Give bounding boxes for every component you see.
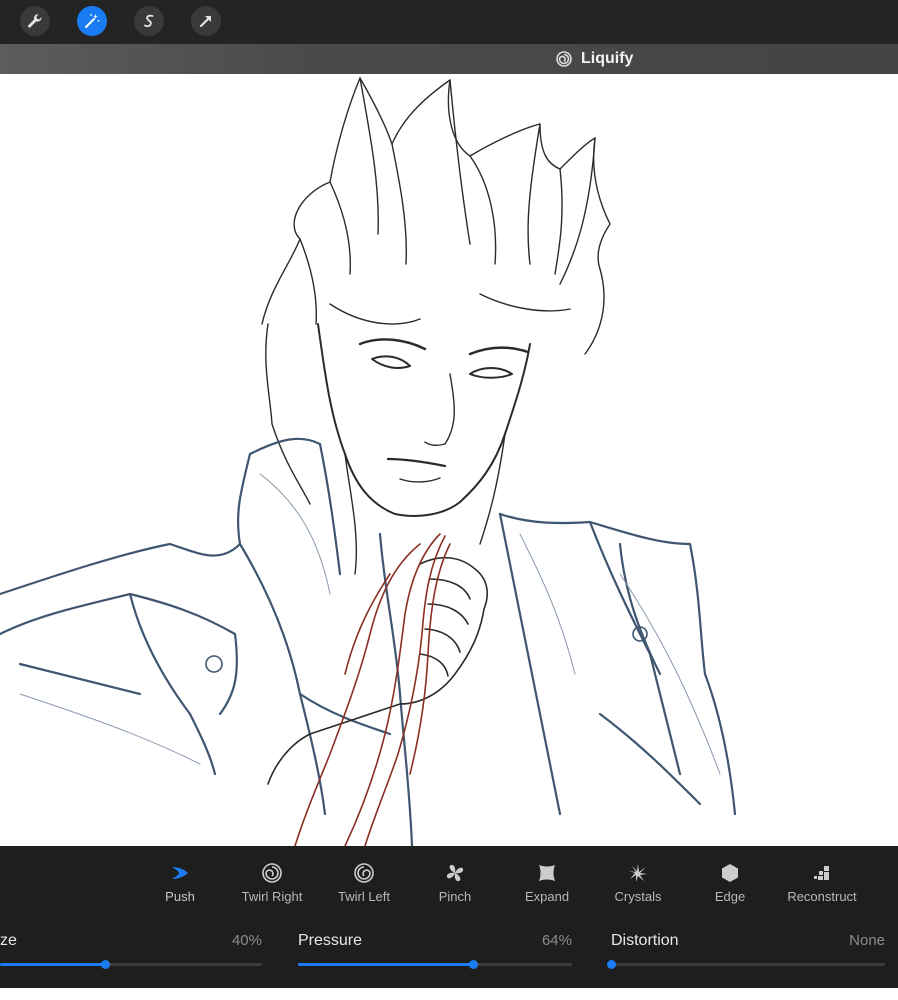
selection-button[interactable]	[134, 6, 164, 36]
tool-reconstruct[interactable]: Reconstruct	[776, 862, 868, 904]
magic-wand-icon	[85, 14, 100, 28]
twirl-left-icon	[354, 863, 374, 883]
pressure-slider-fill	[298, 963, 474, 966]
pressure-label: Pressure	[298, 932, 363, 949]
distortion-slider[interactable]	[607, 960, 885, 969]
tool-label: Push	[165, 889, 195, 904]
distortion-slider-handle[interactable]	[607, 960, 616, 969]
top-toolbar	[0, 0, 898, 44]
size-slider-group: ze 40%	[0, 932, 262, 972]
size-value: 40%	[231, 932, 262, 949]
pressure-slider-handle[interactable]	[469, 960, 479, 969]
tool-label: Crystals	[614, 889, 662, 904]
twirl-right-icon	[262, 863, 282, 883]
tool-label: Edge	[714, 889, 746, 904]
tool-pinch[interactable]: Pinch	[409, 862, 501, 904]
tool-edge[interactable]: Edge	[684, 862, 776, 904]
tool-twirl-left[interactable]: Twirl Left	[318, 862, 410, 904]
tool-crystals[interactable]: Crystals	[592, 862, 684, 904]
pinch-icon	[446, 864, 464, 882]
sketch-artwork	[0, 77, 737, 846]
edge-icon	[722, 864, 738, 882]
tool-label: Twirl Right	[241, 889, 303, 904]
distortion-label: Distortion	[611, 932, 679, 949]
size-slider-fill	[0, 963, 105, 966]
selection-s-icon	[144, 14, 154, 28]
transform-arrow-icon	[200, 16, 211, 27]
reconstruct-icon	[814, 866, 829, 880]
liquify-mode-label[interactable]: Liquify	[555, 44, 633, 74]
tool-push[interactable]: Push	[134, 862, 226, 904]
size-label: ze	[0, 932, 17, 949]
pressure-slider[interactable]	[298, 960, 572, 969]
pressure-value: 64%	[541, 932, 572, 949]
tool-expand[interactable]: Expand	[501, 862, 593, 904]
size-slider[interactable]	[0, 960, 262, 969]
size-slider-handle[interactable]	[100, 960, 110, 969]
tool-label: Twirl Left	[337, 889, 390, 904]
crystals-icon	[629, 864, 647, 882]
push-icon	[172, 867, 188, 879]
canvas-bottom-edge	[0, 988, 898, 1000]
mode-bar: Liquify	[0, 44, 898, 74]
tool-label: Pinch	[438, 889, 472, 904]
tool-label: Reconstruct	[787, 889, 857, 904]
distortion-value: None	[849, 932, 885, 949]
tool-twirl-right[interactable]: Twirl Right	[226, 862, 318, 904]
liquify-panel: Push Twirl Right Twirl Left Pinch Expand…	[0, 846, 898, 988]
drawing-canvas[interactable]	[0, 74, 898, 846]
wrench-icon	[28, 14, 42, 28]
tool-label: Expand	[524, 889, 570, 904]
adjustments-button[interactable]	[77, 6, 107, 36]
distortion-slider-group: Distortion None	[607, 932, 885, 972]
liquify-swirl-icon	[556, 51, 572, 67]
expand-icon	[539, 865, 555, 881]
transform-button[interactable]	[191, 6, 221, 36]
mode-title: Liquify	[581, 50, 634, 67]
pressure-slider-group: Pressure 64%	[298, 932, 572, 972]
wrench-button[interactable]	[20, 6, 50, 36]
